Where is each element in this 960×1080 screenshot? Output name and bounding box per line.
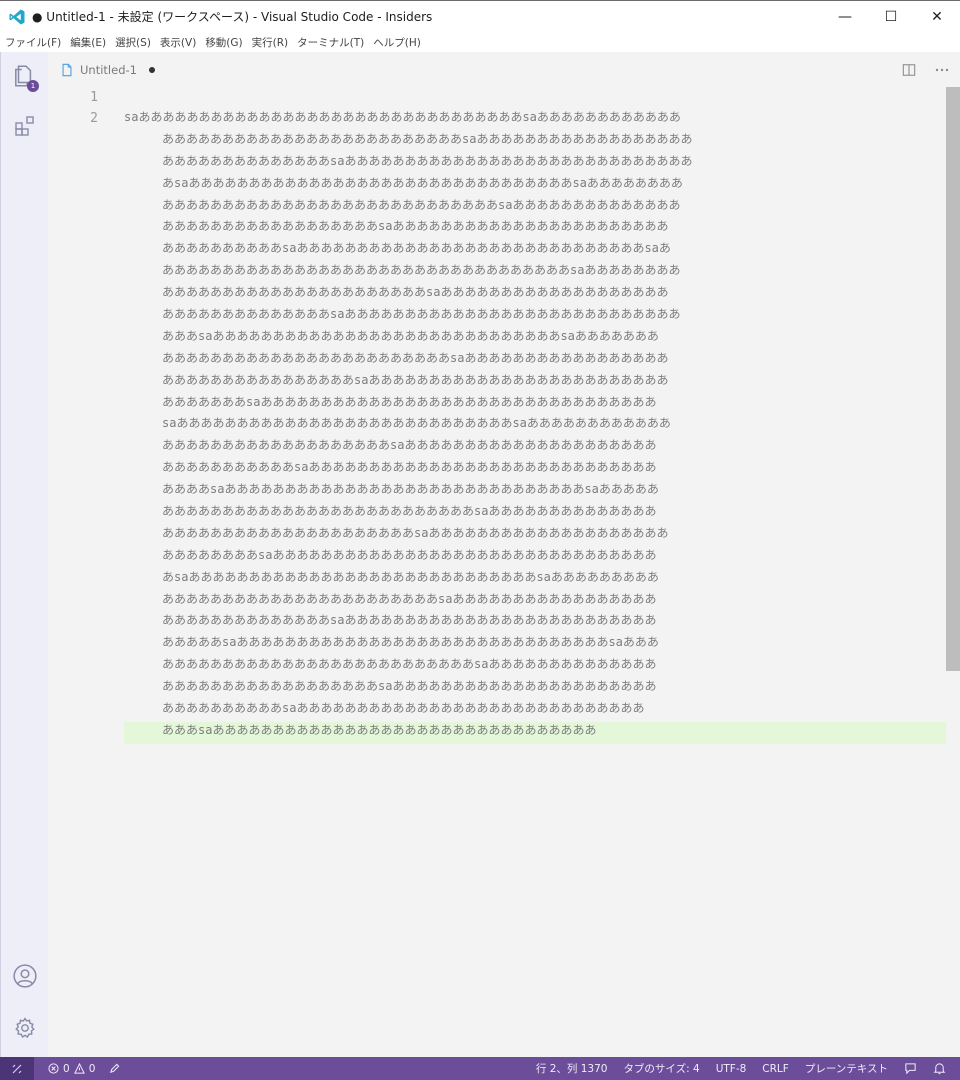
code-line-row: saああああああああああああああああああああああああああああsaああああああああ… bbox=[162, 416, 671, 431]
code-line-row: ああああああああああああああああああsaああああああああああああああああああああ… bbox=[162, 679, 657, 694]
problems-indicator[interactable]: 0 0 bbox=[48, 1063, 95, 1075]
code-line-row: ああああああああああああああああああああああああああsaああああああああああああ… bbox=[162, 657, 657, 672]
explorer-button[interactable]: 1 bbox=[1, 56, 49, 96]
line-number: 1 bbox=[90, 90, 98, 105]
error-icon bbox=[48, 1063, 59, 1074]
code-line-row: あああああああああああああああああああああsaあああああああああああああああああ… bbox=[162, 525, 669, 540]
account-icon bbox=[13, 964, 37, 988]
editor-actions bbox=[902, 52, 950, 87]
editor-text-area[interactable]: saああああああああああああああああああああああああああああああああsaああああ… bbox=[124, 107, 946, 742]
minimize-button[interactable]: — bbox=[822, 1, 868, 32]
code-line-row: あsaああああああああああああああああああああああああああああああああsaあああ… bbox=[162, 175, 683, 190]
close-button[interactable]: ✕ bbox=[914, 1, 960, 32]
feedback-icon[interactable] bbox=[904, 1062, 917, 1075]
code-line-row: あsaあああああああああああああああああああああああああああああsaああああああ… bbox=[162, 569, 659, 584]
title-bar: ● Untitled-1 - 未設定 (ワークスペース) - Visual St… bbox=[0, 0, 960, 32]
remote-indicator[interactable] bbox=[0, 1057, 34, 1080]
menu-terminal[interactable]: ターミナル(T) bbox=[293, 35, 368, 50]
code-line-row: ああああああああああsaああああああああああああああああああああああああああああ… bbox=[162, 241, 671, 256]
code-line-row: あああああああああああああああああああああああああsaあああああああああああああ… bbox=[162, 131, 693, 146]
code-line-row: あああああああああああsaあああああああああああああああああああああああああああ… bbox=[162, 460, 657, 475]
menu-help[interactable]: ヘルプ(H) bbox=[369, 35, 425, 50]
tab-untitled-1[interactable]: Untitled-1 bbox=[48, 52, 162, 87]
code-line-row: あああああああああああああああああああsaあああああああああああああああああああ… bbox=[162, 438, 657, 453]
window-controls: — ☐ ✕ bbox=[822, 1, 960, 32]
code-line-row: ああああああああああああああsaああああああああああああああああああああああああ… bbox=[162, 613, 657, 628]
more-actions-icon[interactable] bbox=[934, 63, 950, 77]
unsaved-dot-icon[interactable] bbox=[148, 66, 155, 73]
code-line-row: saああああああああああああああああああああああああああああああああsaああああ… bbox=[124, 110, 681, 124]
code-line-row: ああああああああああああああああああああああああああああsaああああああああああ… bbox=[162, 197, 681, 212]
line-number: 2 bbox=[90, 111, 98, 126]
code-line-row: あああああああsaあああああああああああああああああああああああああああああああ… bbox=[162, 394, 657, 409]
code-line-row: ああああああああああああああああああああああsaああああああああああああああああ… bbox=[162, 285, 669, 300]
extensions-button[interactable] bbox=[1, 106, 49, 146]
editor[interactable]: 1 2 saああああああああああああああああああああああああああああああああsa… bbox=[48, 87, 960, 1057]
menu-file[interactable]: ファイル(F) bbox=[1, 35, 65, 50]
code-line-row: あああsaあああああああああああああああああああああああああああああsaああああ… bbox=[162, 328, 659, 343]
vertical-scrollbar[interactable] bbox=[946, 87, 960, 1057]
scrollbar-thumb[interactable] bbox=[946, 87, 960, 671]
code-line-row: ああああああああああsaああああああああああああああああああああああああああああ… bbox=[162, 701, 645, 716]
code-line-row: ああああああああああああああsaああああああああああああああああああああああああ… bbox=[162, 153, 693, 168]
code-line-row: ああああああああああああああああああああああああああああああああああsaああああ… bbox=[162, 263, 681, 278]
code-line-row: ああああああああああああああsaああああああああああああああああああああああああ… bbox=[162, 307, 681, 322]
menu-run[interactable]: 実行(R) bbox=[248, 35, 293, 50]
tab-label: Untitled-1 bbox=[80, 62, 137, 77]
split-editor-icon[interactable] bbox=[902, 63, 916, 77]
tab-size[interactable]: タブのサイズ: 4 bbox=[623, 1061, 699, 1076]
explorer-badge: 1 bbox=[27, 80, 39, 92]
maximize-button[interactable]: ☐ bbox=[868, 1, 914, 32]
warning-icon bbox=[73, 1063, 85, 1074]
line-ending[interactable]: CRLF bbox=[762, 1063, 789, 1075]
code-line-row: ああああああああsaああああああああああああああああああああああああああああああ… bbox=[162, 547, 657, 562]
vscode-insiders-logo-icon bbox=[9, 9, 25, 24]
activity-bar: 1 bbox=[0, 52, 49, 1057]
file-icon bbox=[62, 63, 72, 76]
accounts-button[interactable] bbox=[1, 956, 49, 996]
code-line-row: ああああああああああああああああああああああああsaああああああああああああああ… bbox=[162, 350, 669, 365]
pen-icon bbox=[110, 1063, 120, 1073]
edit-indicator[interactable] bbox=[109, 1063, 120, 1074]
menu-go[interactable]: 移動(G) bbox=[201, 35, 246, 50]
notifications-bell-icon[interactable] bbox=[933, 1062, 946, 1075]
menu-edit[interactable]: 編集(E) bbox=[66, 35, 110, 50]
language-mode[interactable]: プレーンテキスト bbox=[805, 1061, 888, 1076]
menu-view[interactable]: 表示(V) bbox=[156, 35, 200, 50]
code-line-row: ああああああああああああああああああああああああああsaああああああああああああ… bbox=[162, 504, 657, 519]
settings-gear-icon bbox=[15, 1017, 35, 1039]
status-bar-right: 行 2、列 1370 タブのサイズ: 4 UTF-8 CRLF プレーンテキスト bbox=[536, 1057, 946, 1080]
extensions-icon bbox=[15, 116, 34, 136]
menu-bar: ファイル(F) 編集(E) 選択(S) 表示(V) 移動(G) 実行(R) ター… bbox=[0, 32, 960, 52]
cursor-position[interactable]: 行 2、列 1370 bbox=[536, 1061, 608, 1076]
status-bar: 0 0 行 2、列 1370 タブのサイズ: 4 UTF-8 CRLF プレーン… bbox=[0, 1057, 960, 1080]
warning-count: 0 bbox=[88, 1062, 96, 1075]
encoding[interactable]: UTF-8 bbox=[716, 1063, 747, 1075]
code-line-row: あああああsaあああああああああああああああああああああああああああああああsa… bbox=[162, 635, 659, 650]
remote-icon bbox=[12, 1064, 22, 1073]
menu-selection[interactable]: 選択(S) bbox=[111, 35, 155, 50]
code-line-row: ああああああああああああああああsaああああああああああああああああああああああ… bbox=[162, 372, 669, 387]
manage-button[interactable] bbox=[1, 1008, 49, 1048]
editor-tab-bar: Untitled-1 bbox=[48, 52, 960, 87]
window-title: ● Untitled-1 - 未設定 (ワークスペース) - Visual St… bbox=[32, 10, 433, 24]
code-line-row: あああああああああああああああああああああああsaあああああああああああああああ… bbox=[162, 591, 657, 606]
code-line-row: あああsaああああああああああああああああああああああああああああああああ bbox=[162, 722, 597, 737]
code-line-row: ああああああああああああああああああsaああああああああああああああああああああ… bbox=[162, 219, 669, 234]
error-count: 0 bbox=[63, 1062, 70, 1075]
code-line-row: ああああsaああああああああああああああああああああああああああああああsaああ… bbox=[162, 482, 659, 497]
